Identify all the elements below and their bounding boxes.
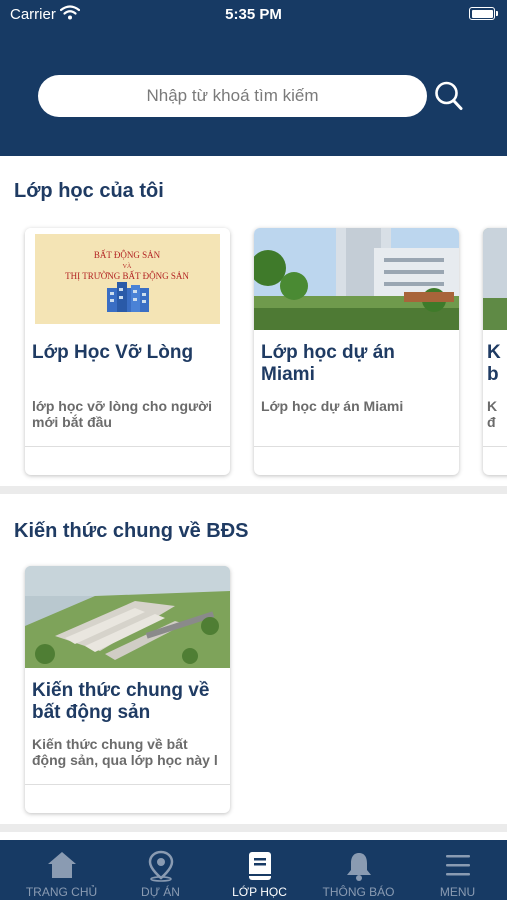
map-pin-icon — [148, 850, 173, 882]
card-divider — [254, 446, 459, 447]
card-divider — [25, 446, 230, 447]
tab-projects[interactable]: DỰ ÁN — [110, 840, 211, 900]
bell-icon — [346, 853, 371, 881]
tab-label: THÔNG BÁO — [322, 885, 395, 899]
tab-menu[interactable]: MENU — [407, 840, 507, 900]
content-scroll[interactable]: Lớp học của tôi BẤT ĐỘNG SẢN VÀ THỊ TRƯỜ… — [0, 156, 507, 840]
class-thumbnail — [483, 228, 507, 330]
tab-label: TRANG CHỦ — [25, 885, 98, 899]
battery-icon — [469, 7, 498, 20]
tab-home[interactable]: TRANG CHỦ — [11, 840, 112, 900]
tab-notifications[interactable]: THÔNG BÁO — [308, 840, 409, 900]
status-time: 5:35 PM — [225, 6, 282, 23]
tab-bar: TRANG CHỦ DỰ ÁN LỚP HỌC THÔNG BÁO MENU — [0, 840, 507, 900]
class-title: Lớp Học Vỡ Lòng — [32, 342, 194, 363]
class-description: K đ — [487, 398, 498, 430]
home-icon — [47, 852, 76, 878]
header: Carrier 5:35 PM — [0, 0, 507, 156]
class-card[interactable]: Kiến thức chung về bất động sản Kiến thứ… — [25, 566, 230, 813]
card-divider — [25, 784, 230, 785]
class-description: Lớp học dự án Miami — [261, 398, 404, 414]
thumb-line-1: BẤT ĐỘNG SẢN — [94, 250, 161, 260]
menu-icon — [445, 855, 470, 876]
class-title: Lớp học dự án Miami — [261, 342, 395, 385]
section-divider — [0, 486, 507, 494]
tab-label: LỚP HỌC — [232, 885, 287, 899]
class-thumbnail — [254, 228, 459, 330]
book-icon — [248, 852, 271, 880]
card-divider — [483, 446, 507, 447]
tab-label: MENU — [439, 885, 476, 899]
class-description: Kiến thức chung về bất động sản, qua lớp… — [32, 736, 218, 768]
class-card[interactable]: BẤT ĐỘNG SẢN VÀ THỊ TRƯỜNG BẤT ĐỘNG SẢN … — [25, 228, 230, 475]
section-title-my-classes: Lớp học của tôi — [14, 180, 164, 202]
class-description: lớp học vỡ lòng cho người mới bắt đầu — [32, 398, 212, 430]
class-thumbnail — [25, 566, 230, 668]
class-card[interactable]: K b K đ — [483, 228, 507, 475]
section-divider — [0, 824, 507, 832]
section-title-real-estate-knowledge: Kiến thức chung về BĐS — [14, 520, 249, 542]
class-title: K b — [487, 342, 501, 385]
tab-classes[interactable]: LỚP HỌC — [209, 840, 310, 900]
thumb-line-2: VÀ — [123, 262, 132, 270]
class-title: Kiến thức chung về bất động sản — [32, 680, 210, 723]
class-thumbnail: BẤT ĐỘNG SẢN VÀ THỊ TRƯỜNG BẤT ĐỘNG SẢN — [25, 228, 230, 330]
search-icon[interactable] — [434, 80, 464, 112]
search-input[interactable] — [38, 75, 427, 117]
class-card[interactable]: Lớp học dự án Miami Lớp học dự án Miami — [254, 228, 459, 475]
thumb-line-3: THỊ TRƯỜNG BẤT ĐỘNG SẢN — [65, 271, 189, 281]
tab-label: DỰ ÁN — [141, 885, 180, 899]
status-bar: Carrier 5:35 PM — [0, 0, 507, 28]
